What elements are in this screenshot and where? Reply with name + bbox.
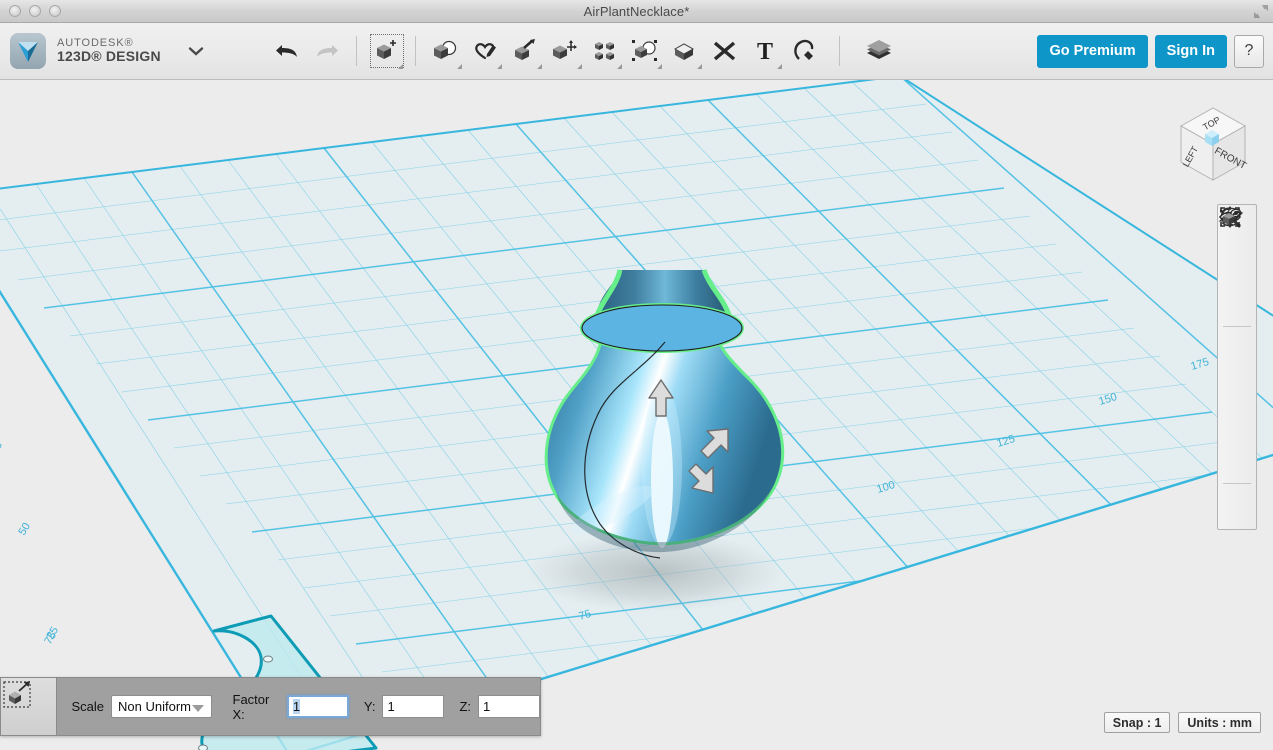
- cube-grid-icon: [594, 42, 614, 60]
- fullscreen-arrows-icon[interactable]: [1253, 4, 1269, 19]
- dropdown-triangle: [397, 64, 403, 69]
- scale-label: Scale: [71, 699, 105, 714]
- viewport-canvas[interactable]: 75 100 125 150 175 75 50 75 25 TOP LEFT …: [0, 80, 1273, 750]
- grid-display-button[interactable]: [1218, 208, 1254, 481]
- scale-cube-arrow-icon: [3, 681, 31, 708]
- window-title: AirPlantNecklace*: [583, 3, 690, 19]
- autodesk-123d-logo-icon: [10, 33, 46, 69]
- go-premium-button[interactable]: Go Premium: [1037, 34, 1148, 68]
- materials-tool[interactable]: [859, 29, 899, 73]
- view-navigation-bar: [1217, 204, 1257, 530]
- cube-merge-icon: [673, 43, 694, 60]
- scale-tool-panel: Scale Non Uniform Factor X: Y: Z:: [0, 677, 541, 736]
- factor-x-input[interactable]: [286, 695, 349, 718]
- sign-in-button[interactable]: Sign In: [1154, 34, 1227, 68]
- viewport-scene: 75 100 125 150 175 75 50 75 25: [0, 80, 1273, 750]
- status-bar: Snap : 1 Units : mm: [1103, 712, 1261, 733]
- magnet-icon: [793, 39, 814, 60]
- dropdown-triangle: [696, 64, 702, 69]
- title-bar: AirPlantNecklace*: [0, 0, 1273, 23]
- cube-paint-icon: [1220, 210, 1241, 227]
- toolbar-actions: Go Premium Sign In ?: [1037, 34, 1273, 68]
- cube-sphere-select-icon: [631, 40, 657, 61]
- factor-y-input[interactable]: [382, 695, 445, 718]
- construct-tool[interactable]: [505, 29, 545, 73]
- primitives-tool[interactable]: [425, 29, 465, 73]
- layers-stack-icon: [866, 40, 891, 59]
- text-tool[interactable]: T: [745, 29, 785, 73]
- redo-arrow-icon: [316, 45, 338, 57]
- chevron-down-icon: [191, 705, 204, 712]
- orbit-button[interactable]: [1220, 207, 1254, 286]
- modify-tool[interactable]: [545, 29, 585, 73]
- brand-text: AUTODESK® 123D® DESIGN: [57, 37, 161, 65]
- ruler-pencil-icon: [713, 41, 735, 61]
- help-button[interactable]: ?: [1234, 34, 1264, 68]
- cube-arrows-icon: [552, 40, 577, 59]
- factor-z-label: Z:: [459, 699, 471, 714]
- text-t-icon: T: [757, 39, 773, 64]
- zoom-button[interactable]: [1220, 207, 1254, 324]
- dropdown-triangle: [776, 64, 782, 69]
- brand-product: 123D® DESIGN: [57, 48, 161, 65]
- toolbar-divider: [838, 36, 840, 66]
- toolbar-divider: [414, 36, 416, 66]
- dropdown-triangle: [496, 64, 502, 69]
- sketch-pencil-icon: [474, 43, 496, 60]
- redo-button[interactable]: [307, 29, 347, 73]
- undo-button[interactable]: [267, 29, 307, 73]
- factor-y-label: Y:: [363, 699, 376, 714]
- cube-sphere-icon: [433, 40, 456, 59]
- factor-x-label: Factor X:: [232, 691, 270, 722]
- factor-z-input[interactable]: [478, 695, 540, 718]
- measure-tool[interactable]: [705, 29, 745, 73]
- magnet-tool[interactable]: [785, 29, 825, 73]
- grouping-tool[interactable]: [625, 29, 665, 73]
- nav-divider: [1223, 326, 1251, 327]
- grid-label-left-75: 75: [0, 440, 5, 457]
- dropdown-triangle: [456, 64, 462, 69]
- cube-extrude-icon: [514, 39, 535, 60]
- dropdown-triangle: [536, 64, 542, 69]
- undo-arrow-icon: [275, 45, 297, 57]
- cube-move-icon: [376, 40, 396, 59]
- dropdown-triangle: [616, 64, 622, 69]
- fit-button[interactable]: [1220, 207, 1254, 367]
- view-style-button[interactable]: [1220, 207, 1254, 405]
- dropdown-triangle: [576, 64, 582, 69]
- sketch-tool[interactable]: [465, 29, 505, 73]
- app-window: AirPlantNecklace* AUTODESK® 123D® DESIGN: [0, 0, 1273, 750]
- pattern-tool[interactable]: [585, 29, 625, 73]
- main-toolbar: AUTODESK® 123D® DESIGN T Go Premium Sign…: [0, 23, 1273, 80]
- dropdown-triangle: [656, 64, 662, 69]
- toolbar-divider: [355, 36, 357, 66]
- grid-label-left-1: 50: [16, 521, 33, 538]
- scale-tool-icon-button[interactable]: [1, 678, 58, 735]
- scale-controls: Scale Non Uniform Factor X: Y: Z:: [57, 692, 540, 722]
- units-status[interactable]: Units : mm: [1178, 712, 1261, 733]
- nav-divider: [1223, 483, 1251, 484]
- chevron-down-icon[interactable]: [187, 45, 205, 57]
- view-cube[interactable]: TOP LEFT FRONT: [1161, 94, 1261, 194]
- brand-area[interactable]: AUTODESK® 123D® DESIGN: [0, 33, 205, 69]
- snap-status[interactable]: Snap : 1: [1103, 712, 1171, 733]
- scale-mode-value: Non Uniform: [118, 699, 191, 714]
- visibility-button[interactable]: [1219, 211, 1254, 443]
- transform-tool[interactable]: [366, 29, 406, 73]
- scale-mode-dropdown[interactable]: Non Uniform: [111, 695, 212, 718]
- material-paint-button[interactable]: [1220, 210, 1254, 524]
- combine-tool[interactable]: [665, 29, 705, 73]
- svg-text:T: T: [757, 39, 773, 64]
